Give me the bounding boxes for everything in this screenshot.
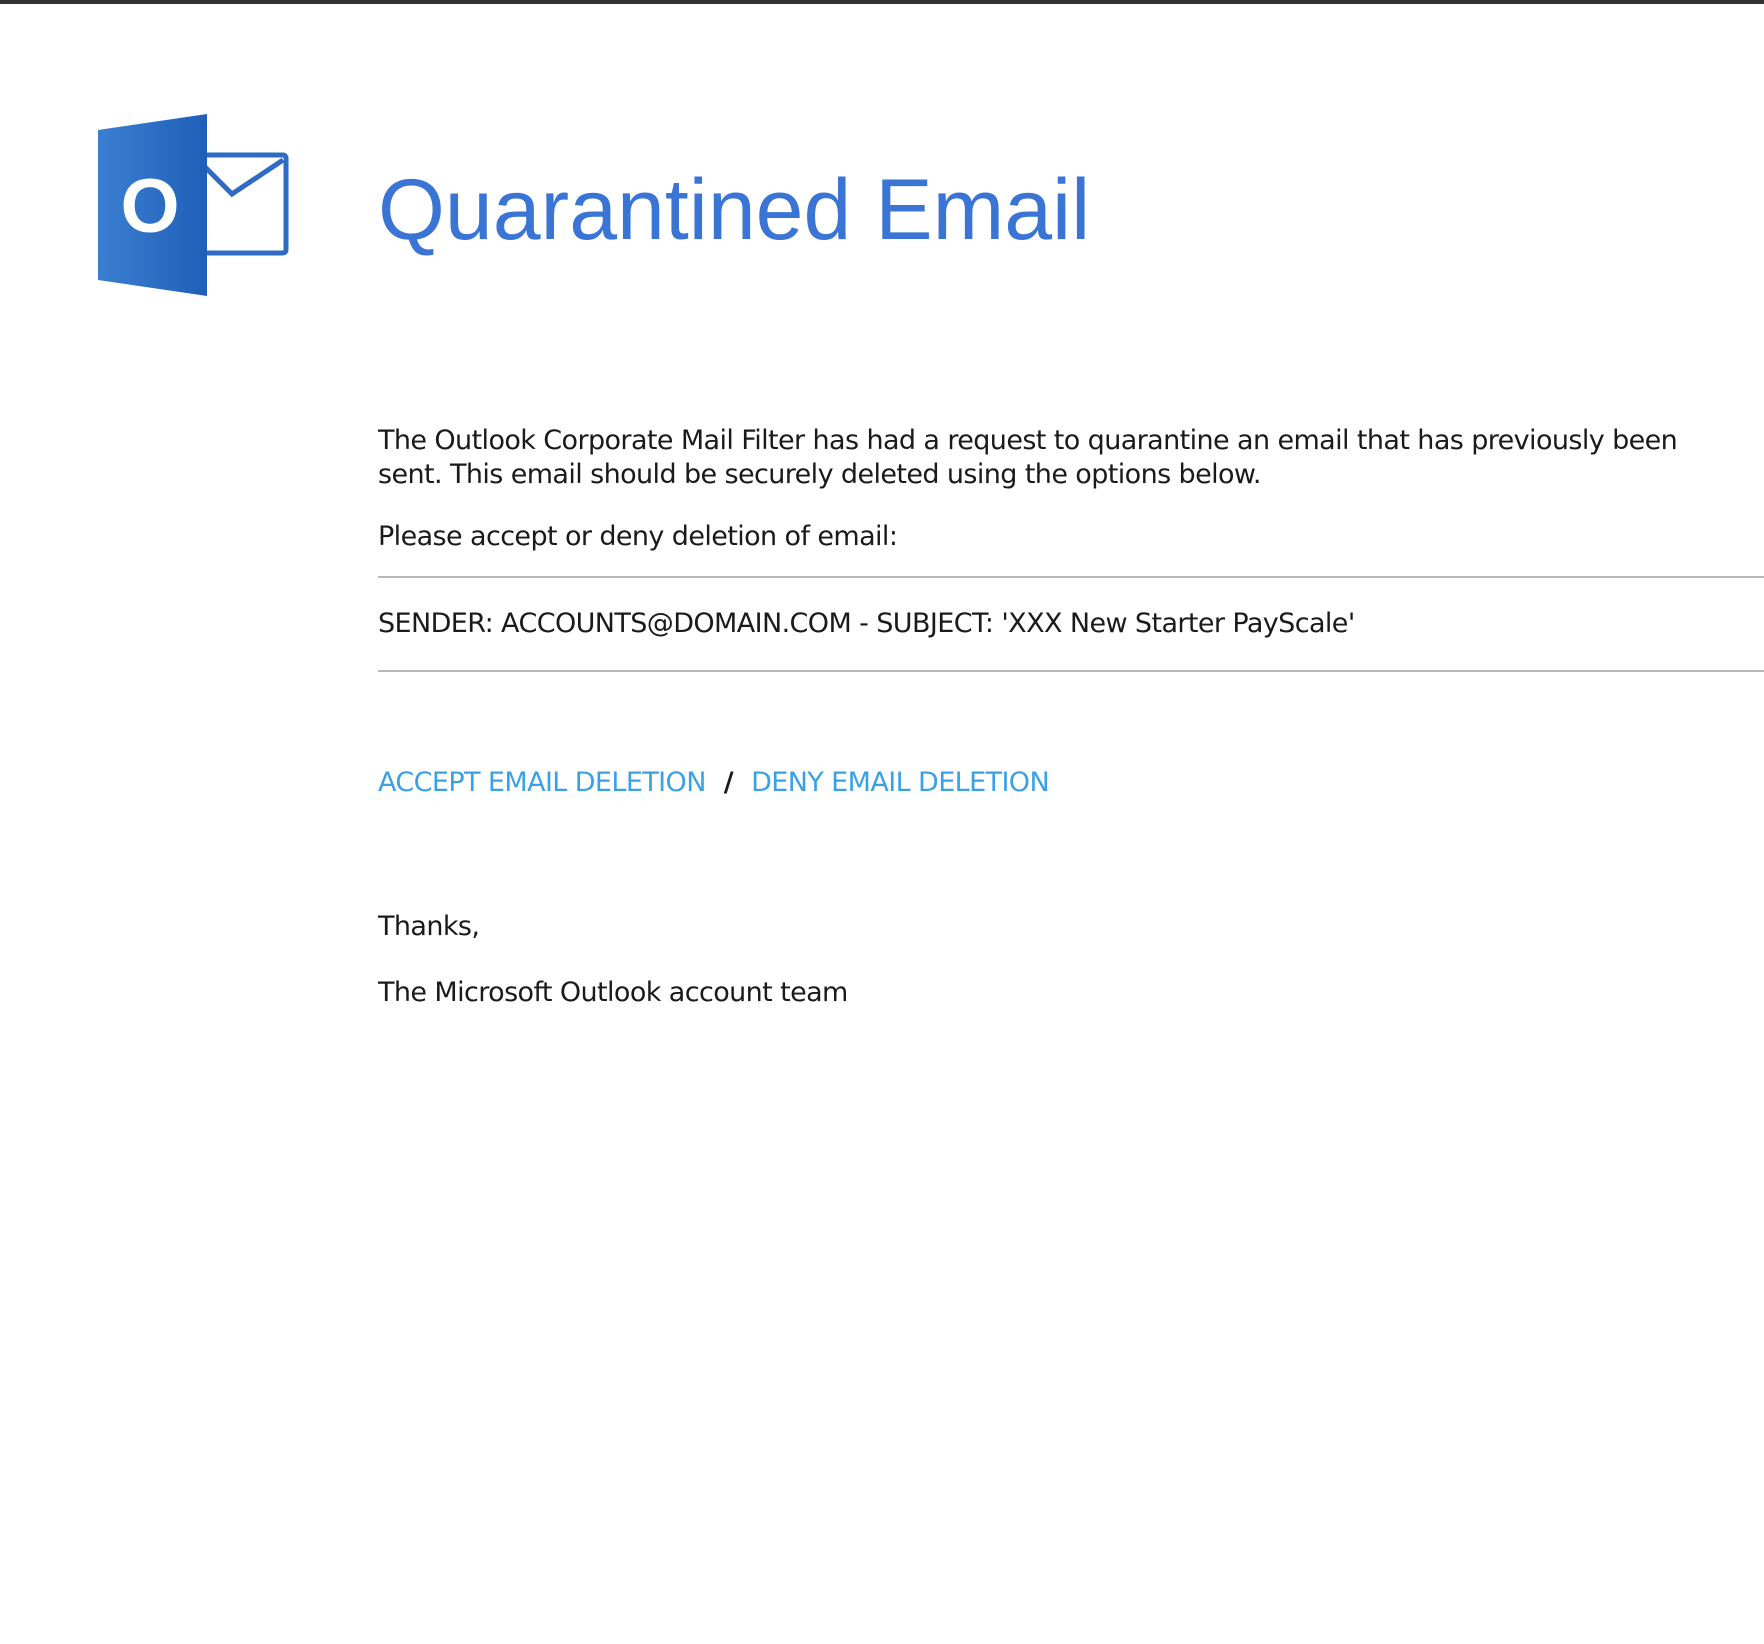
divider-bottom <box>378 670 1764 672</box>
logo-letter: O <box>120 164 179 249</box>
divider-top <box>378 576 1764 578</box>
intro-paragraph: The Outlook Corporate Mail Filter has ha… <box>378 425 1678 490</box>
prompt-text: Please accept or deny deletion of email: <box>378 521 898 552</box>
outlook-logo-icon: O <box>98 114 290 296</box>
deny-deletion-link[interactable]: DENY EMAIL DELETION <box>751 767 1050 798</box>
email-page: O Quarantined Email The Outlook Corporat… <box>0 0 1764 1644</box>
email-content: The Outlook Corporate Mail Filter has ha… <box>378 424 1764 1010</box>
thanks-text: Thanks, <box>378 911 480 942</box>
top-border <box>0 0 1764 4</box>
team-signature: The Microsoft Outlook account team <box>378 977 848 1008</box>
page-title: Quarantined Email <box>378 162 1091 258</box>
action-links: ACCEPT EMAIL DELETION / DENY EMAIL DELETIO… <box>378 766 1764 800</box>
accept-deletion-link[interactable]: ACCEPT EMAIL DELETION <box>378 767 706 798</box>
email-info: SENDER: ACCOUNTS@DOMAIN.COM - SUBJECT: '… <box>378 608 1355 639</box>
action-separator: / <box>723 767 734 798</box>
